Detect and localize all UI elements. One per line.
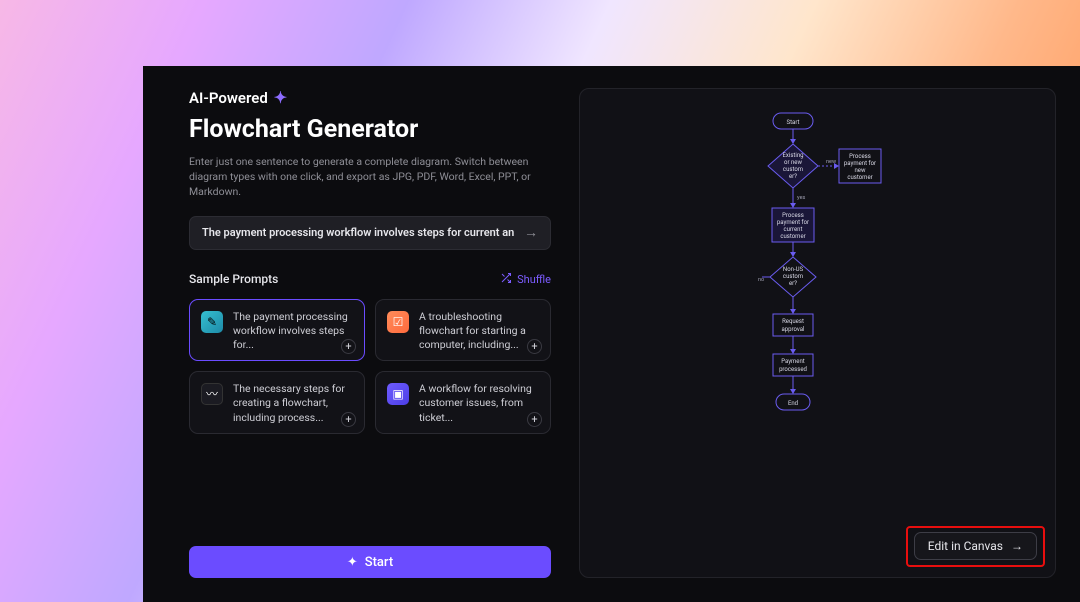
app-window: AI-Powered ✦ Flowchart Generator Enter j… — [143, 66, 1080, 602]
svg-text:current: current — [783, 226, 802, 233]
shuffle-button[interactable]: Shuffle — [500, 272, 551, 287]
svg-text:payment for: payment for — [776, 219, 808, 226]
svg-text:Non-US: Non-US — [782, 266, 803, 273]
arrow-right-icon: → — [1011, 539, 1023, 553]
prompt-text: The payment processing workflow involves… — [202, 226, 514, 239]
svg-text:payment for: payment for — [843, 160, 875, 167]
edit-in-canvas-button[interactable]: Edit in Canvas → — [914, 532, 1037, 560]
sparkle-icon: ✦ — [347, 555, 358, 570]
edit-label: Edit in Canvas — [928, 539, 1003, 553]
svg-text:new: new — [854, 167, 865, 174]
start-button[interactable]: ✦ Start — [189, 546, 551, 578]
flowchart-preview: Start Existing or new custom er? new Pro… — [579, 88, 1056, 578]
briefcase-icon: ▣ — [387, 383, 409, 405]
svg-text:approval: approval — [781, 326, 804, 333]
svg-text:Process: Process — [849, 153, 871, 160]
plus-icon[interactable]: + — [527, 412, 542, 427]
flowchart-canvas: Start Existing or new custom er? new Pro… — [718, 111, 918, 471]
sample-prompts-header: Sample Prompts Shuffle — [189, 272, 551, 287]
svg-text:custom: custom — [782, 273, 802, 280]
sample-card-issues[interactable]: ▣ A workflow for resolving customer issu… — [375, 371, 551, 434]
svg-text:er?: er? — [788, 280, 796, 287]
kicker-text: AI-Powered — [189, 89, 268, 107]
start-label: Start — [365, 555, 393, 570]
sample-card-text: The necessary steps for creating a flowc… — [233, 382, 353, 425]
node-start: Start — [786, 119, 799, 126]
plus-icon[interactable]: + — [527, 339, 542, 354]
svg-text:customer: customer — [780, 233, 805, 240]
sample-card-text: The payment processing workflow involves… — [233, 310, 353, 353]
calendar-icon: ☑ — [387, 311, 409, 333]
prompt-input[interactable]: The payment processing workflow involves… — [189, 216, 551, 250]
page-subtitle: Enter just one sentence to generate a co… — [189, 154, 549, 200]
pen-icon: ✎ — [201, 311, 223, 333]
svg-text:Process: Process — [782, 212, 804, 219]
svg-text:yes: yes — [797, 195, 805, 201]
svg-text:or new: or new — [784, 159, 802, 166]
svg-text:no: no — [758, 277, 764, 283]
sample-card-text: A troubleshooting flowchart for starting… — [419, 310, 539, 353]
sample-card-text: A workflow for resolving customer issues… — [419, 382, 539, 425]
svg-text:End: End — [787, 400, 797, 407]
sparkle-icon: ✦ — [274, 88, 287, 107]
svg-text:customer: customer — [847, 174, 872, 181]
arrow-right-icon[interactable]: → — [524, 224, 538, 241]
sample-card-steps[interactable]: 〰 The necessary steps for creating a flo… — [189, 371, 365, 434]
sample-card-payment[interactable]: ✎ The payment processing workflow involv… — [189, 299, 365, 362]
svg-text:er?: er? — [788, 173, 796, 180]
shuffle-label: Shuffle — [517, 273, 551, 286]
page-title: Flowchart Generator — [189, 115, 551, 144]
sample-card-troubleshoot[interactable]: ☑ A troubleshooting flowchart for starti… — [375, 299, 551, 362]
kicker: AI-Powered ✦ — [189, 88, 551, 107]
svg-text:custom: custom — [782, 166, 802, 173]
right-pane: Start Existing or new custom er? new Pro… — [579, 88, 1056, 578]
sample-cards: ✎ The payment processing workflow involv… — [189, 299, 551, 434]
plus-icon[interactable]: + — [341, 339, 356, 354]
svg-text:Payment: Payment — [781, 358, 805, 365]
pulse-icon: 〰 — [201, 383, 223, 405]
shuffle-icon — [500, 272, 512, 287]
svg-text:Existing: Existing — [782, 152, 803, 159]
svg-text:Request: Request — [782, 318, 804, 325]
edit-highlight: Edit in Canvas → — [906, 526, 1045, 567]
sample-prompts-title: Sample Prompts — [189, 272, 278, 286]
plus-icon[interactable]: + — [341, 412, 356, 427]
svg-text:processed: processed — [779, 366, 807, 373]
left-pane: AI-Powered ✦ Flowchart Generator Enter j… — [189, 88, 551, 578]
